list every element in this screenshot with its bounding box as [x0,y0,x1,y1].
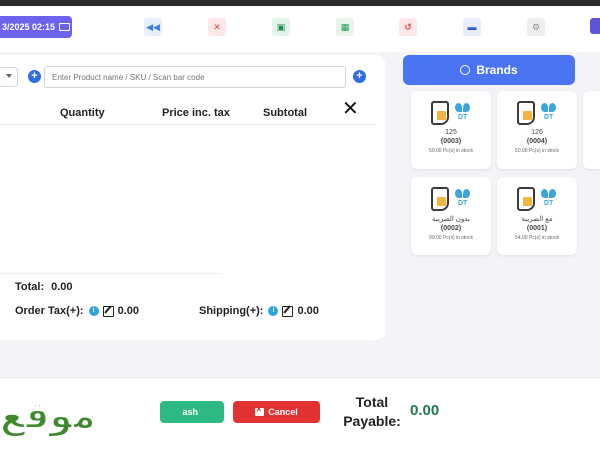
column-subtotal: Subtotal [263,107,307,119]
gear-icon[interactable]: ⚙ [527,18,545,36]
product-code: (0003) [440,138,462,145]
shipping: Shipping(+): i 0.00 [199,305,319,317]
logo-text: DT [544,200,554,207]
watermark: موقع حراج [0,393,97,450]
brands-label: Brands [476,63,518,77]
box-icon [523,197,532,206]
product-code: (0001) [526,225,548,232]
box-icon [437,197,446,206]
product-image: DT [513,185,561,213]
total-payable-label: Total Payable: [340,393,404,431]
cancel-icon [255,404,265,416]
product-search-input[interactable] [44,66,346,88]
product-image: DT [427,185,475,213]
top-toolbar: 3/2025 02:15 ◀◀ ✕ ▣ ▦ ↺ ▬ ⚙ [0,0,600,52]
cancel-label: Cancel [268,407,298,417]
order-tax: Order Tax(+): i 0.00 [15,305,139,317]
cart-table-header: Quantity Price inc. tax Subtotal [0,101,376,125]
total-payable-line2: Payable: [343,413,401,429]
product-name: 125 [445,129,457,136]
total-payable-line1: Total [355,394,389,410]
briefcase-icon[interactable]: ▣ [272,18,290,36]
customer-select[interactable] [0,67,18,87]
datetime-chip: 3/2025 02:15 [0,16,72,38]
logo-text: DT [458,200,468,207]
product-card[interactable]: DT بدون الضريبة (0002) 99.00 Pc(s) in st… [411,177,491,255]
column-quantity: Quantity [60,107,105,119]
product-name: 126 [531,129,543,136]
product-code: (0002) [440,225,462,232]
edit-icon[interactable] [102,305,114,317]
product-image: DT [513,99,561,127]
card-icon[interactable]: ▬ [463,18,481,36]
product-stock: 99.00 Pc(s) in stock [429,235,473,241]
add-customer-icon[interactable]: + [28,70,41,83]
product-card[interactable]: DT 126 (0004) 50.00 Pc(s) in stock [497,91,577,169]
menu-corner-button[interactable] [590,18,600,34]
keyboard-icon[interactable] [59,23,71,31]
total-label: Total: [15,281,45,293]
brands-button[interactable]: Brands [403,55,575,85]
calculator-icon[interactable]: ▦ [336,18,354,36]
cart-panel: + + Quantity Price inc. tax Subtotal ✕ T… [0,55,385,340]
logo-text: DT [544,114,554,121]
product-image: DT [427,99,475,127]
total-payable-value: 0.00 [410,402,440,419]
box-icon [437,111,446,120]
product-stock: 50.00 Pc(s) in stock [515,148,559,154]
product-card[interactable] [583,91,600,169]
product-stock: 59.00 Pc(s) in stock [429,148,473,154]
divider [0,273,222,274]
product-stock: 54.00 Pc(s) in stock [515,235,559,241]
cart-total: Total: 0.00 [15,281,73,293]
product-name: بدون الضريبة [432,216,470,223]
order-tax-label: Order Tax(+): [15,305,84,317]
product-code: (0004) [526,138,548,145]
info-icon[interactable]: i [268,306,279,316]
cash-label: ash [182,407,198,417]
brand-icon [460,65,471,75]
shipping-value: 0.00 [297,305,319,317]
shipping-label: Shipping(+): [199,305,264,317]
edit-icon[interactable] [282,305,294,317]
close-icon[interactable]: ✕ [342,99,359,119]
order-tax-value: 0.00 [117,305,139,317]
column-price: Price inc. tax [162,107,230,119]
box-icon [523,111,532,120]
total-value: 0.00 [51,281,73,293]
add-product-icon[interactable]: + [353,70,366,83]
chevron-down-icon [6,74,12,78]
undo-icon[interactable]: ↺ [399,18,417,36]
rewind-icon[interactable]: ◀◀ [144,18,162,36]
product-card[interactable]: DT مع الضريبة (0001) 54.00 Pc(s) in stoc… [497,177,577,255]
product-name: مع الضريبة [521,216,553,223]
product-card[interactable]: DT 125 (0003) 59.00 Pc(s) in stock [411,91,491,169]
info-icon[interactable]: i [88,306,99,316]
logo-text: DT [458,114,468,121]
cancel-button[interactable]: Cancel [233,401,320,423]
close-box-icon[interactable]: ✕ [208,18,226,36]
datetime-text: 3/2025 02:15 [1,22,56,32]
